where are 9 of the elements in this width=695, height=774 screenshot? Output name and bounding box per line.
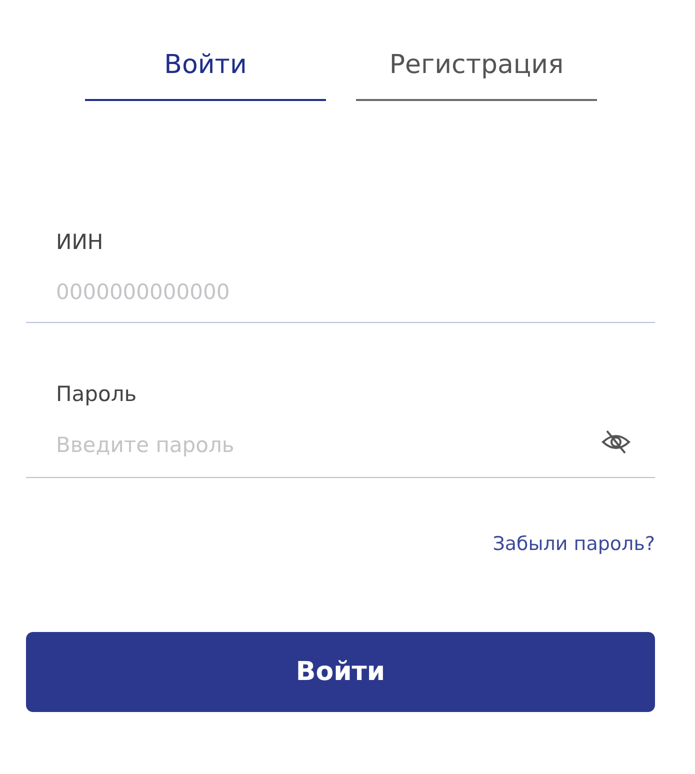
password-field[interactable]: Введите пароль [26,430,601,476]
iin-field[interactable]: 0000000000000 [26,276,655,322]
login-button[interactable]: Войти [26,632,655,712]
tab[interactable]: Войти [85,46,326,101]
field-label: ИИН [56,229,104,256]
eye-crossed-icon[interactable] [601,428,631,454]
field-label: Пароль [56,381,138,408]
forgot-password-link[interactable]: Забыли пароль? [492,530,655,558]
tab[interactable]: Регистрация [356,46,597,101]
